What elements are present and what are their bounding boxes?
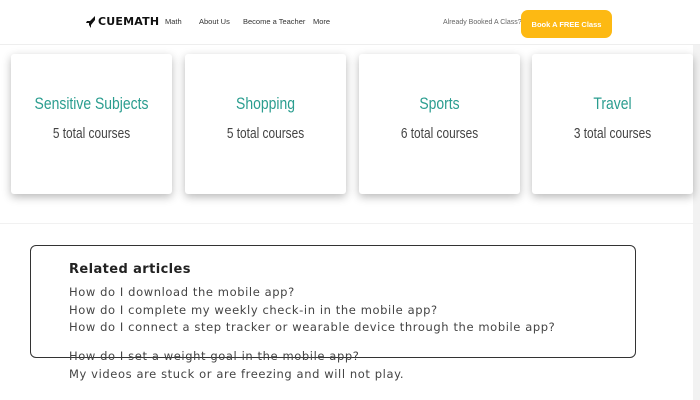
related-article-link[interactable]: How do I connect a step tracker or weara…	[69, 321, 609, 333]
already-booked-link[interactable]: Already Booked A Class?	[443, 19, 522, 26]
category-course-count: 3 total courses	[573, 126, 652, 142]
category-card-shopping[interactable]: Shopping 5 total courses	[185, 54, 346, 194]
related-article-link[interactable]: How do I complete my weekly check-in in …	[69, 304, 438, 316]
nav-link-become-a-teacher[interactable]: Become a Teacher	[243, 17, 305, 26]
related-article-link[interactable]: My videos are stuck or are freezing and …	[69, 368, 404, 380]
section-divider	[0, 223, 700, 224]
nav-link-about-us[interactable]: About Us	[199, 17, 230, 26]
category-card-travel[interactable]: Travel 3 total courses	[532, 54, 693, 194]
category-course-count: 5 total courses	[226, 126, 305, 142]
related-articles-title: Related articles	[69, 262, 191, 277]
top-navbar: CUEMATH Math About Us Become a Teacher M…	[0, 0, 700, 45]
category-title: Sports	[419, 94, 460, 113]
category-card-sports[interactable]: Sports 6 total courses	[359, 54, 520, 194]
nav-link-math[interactable]: Math	[165, 17, 182, 26]
nav-link-more[interactable]: More	[313, 17, 330, 26]
rocket-icon	[86, 15, 95, 28]
category-title: Shopping	[236, 94, 295, 113]
category-title: Sensitive Subjects	[34, 94, 149, 113]
related-article-link[interactable]: How do I download the mobile app?	[69, 286, 295, 298]
related-article-link[interactable]: How do I set a weight goal in the mobile…	[69, 350, 359, 362]
category-course-count: 5 total courses	[52, 126, 131, 142]
category-course-count: 6 total courses	[400, 126, 479, 142]
logo-text: CUEMATH	[98, 15, 160, 28]
category-title: Travel	[593, 94, 632, 113]
category-card-sensitive-subjects[interactable]: Sensitive Subjects 5 total courses	[11, 54, 172, 194]
book-free-class-button[interactable]: Book A FREE Class	[521, 10, 612, 38]
cuemath-logo[interactable]: CUEMATH	[86, 15, 159, 28]
